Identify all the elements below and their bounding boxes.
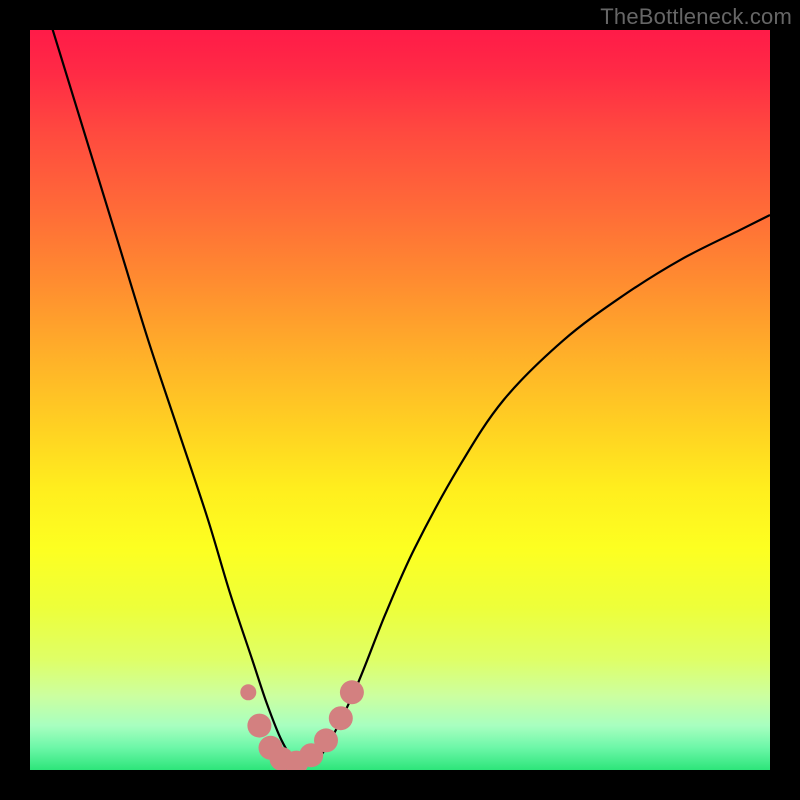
chart-svg: [30, 30, 770, 770]
gradient-background: [30, 30, 770, 770]
marker-dot: [329, 706, 353, 730]
watermark-text: TheBottleneck.com: [600, 4, 792, 30]
marker-dot: [240, 684, 256, 700]
marker-dot: [314, 728, 338, 752]
chart-frame: TheBottleneck.com: [0, 0, 800, 800]
plot-area: [30, 30, 770, 770]
marker-dot: [340, 680, 364, 704]
marker-dot: [247, 714, 271, 738]
